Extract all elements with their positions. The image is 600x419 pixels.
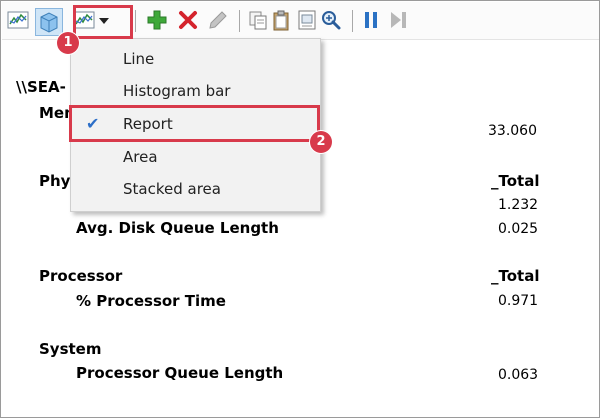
system-value: 0.063 [498,367,539,383]
menu-item-label: Histogram bar [123,82,231,100]
physicaldisk-value-1: 1.232 [498,197,539,213]
toolbar-separator [352,10,353,32]
menu-item-line[interactable]: Line [71,44,320,76]
pause-icon[interactable] [360,9,382,31]
paste-counter-list-icon[interactable] [270,9,292,31]
toolbar-separator [239,10,240,32]
add-icon[interactable] [146,9,168,31]
performance-monitor-window: \\SEA- Mem 33.060 Phys _Total 1.232 Avg.… [0,0,600,418]
copy-properties-icon[interactable] [247,9,269,31]
menu-item-area[interactable]: Area [71,142,320,174]
zoom-icon[interactable] [320,9,342,31]
counter-avg-disk-queue-length: Avg. Disk Queue Length [76,219,279,237]
processor-instance: _Total [491,267,540,285]
counter-processor-time: % Processor Time [76,292,226,310]
physicaldisk-instance: _Total [491,172,540,190]
counter-processor-queue-length: Processor Queue Length [76,364,284,382]
step-badge-1: 1 [57,32,79,54]
physicaldisk-value-2: 0.025 [498,221,539,237]
view-graph-icon[interactable] [7,9,29,31]
object-processor: Processor [39,267,123,285]
highlight-box-graph-type [73,5,133,39]
menu-item-histogram-bar[interactable]: Histogram bar [71,76,320,108]
menu-item-label: Stacked area [123,180,221,198]
computer-name: \\SEA- [16,78,66,96]
object-system: System [39,340,102,358]
processor-value: 0.971 [498,293,539,309]
step-badge-2: 2 [310,131,332,153]
highlight-icon[interactable] [207,9,229,31]
properties-icon[interactable] [296,9,318,31]
toolbar-separator [135,10,136,32]
highlight-box-report [69,105,320,142]
menu-item-label: Line [123,50,155,68]
delete-icon[interactable] [177,9,199,31]
menu-item-stacked-area[interactable]: Stacked area [71,174,320,206]
view-log-data-icon[interactable] [35,8,63,36]
step-forward-icon[interactable] [387,9,409,31]
menu-item-label: Area [123,148,158,166]
memory-value: 33.060 [488,123,537,139]
